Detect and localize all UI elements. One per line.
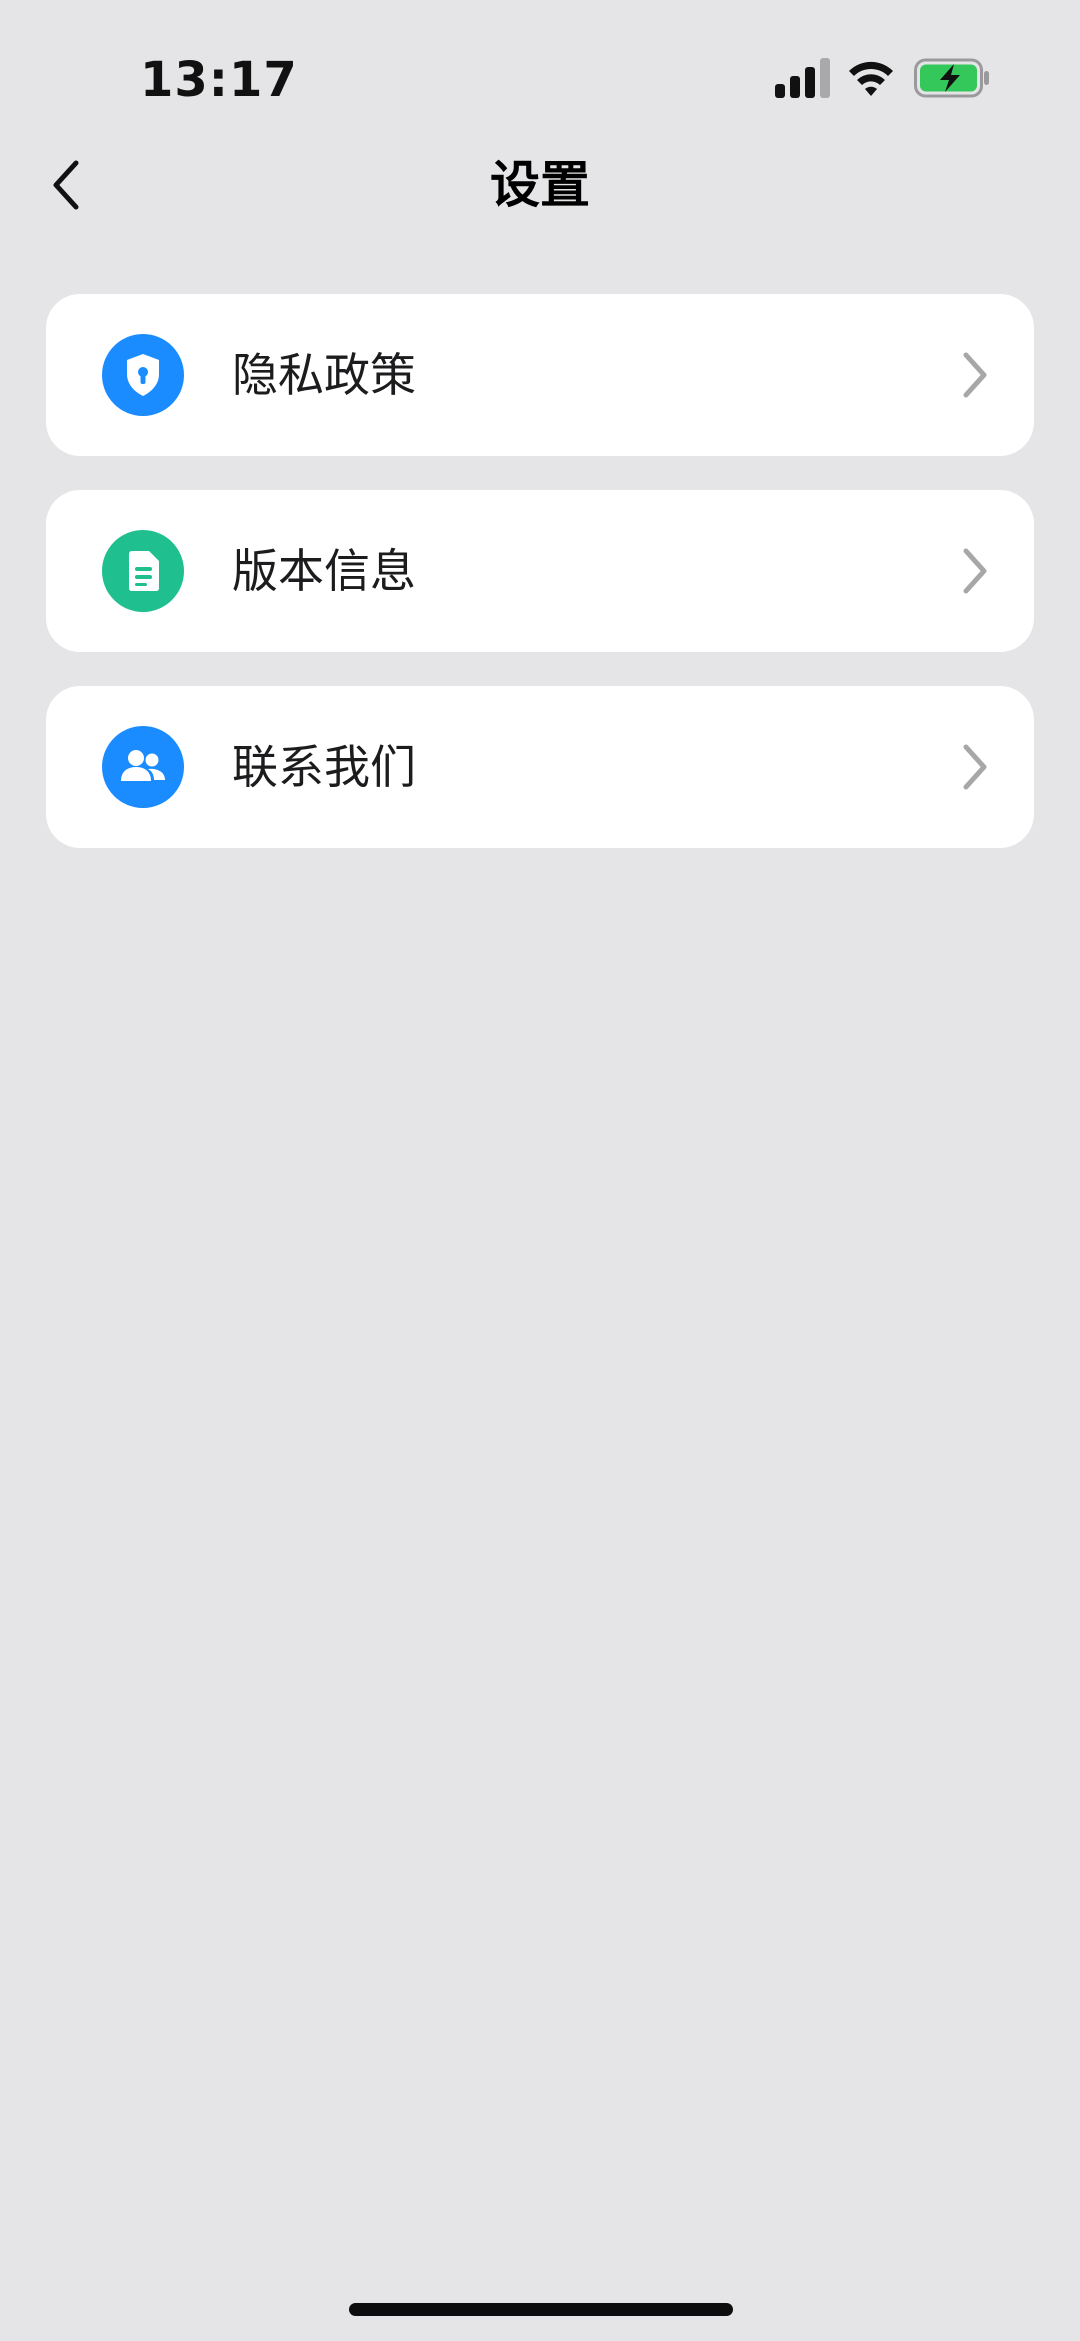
shield-lock-icon (102, 334, 184, 416)
back-button[interactable] (30, 150, 100, 220)
page-title: 设置 (490, 156, 590, 214)
wifi-icon (849, 61, 893, 96)
settings-item-version-info[interactable]: 版本信息 (46, 490, 1034, 652)
status-time: 13:17 (140, 52, 298, 108)
settings-item-label: 联系我们 (232, 740, 416, 794)
settings-item-label: 版本信息 (232, 544, 416, 598)
people-icon (102, 726, 184, 808)
status-bar: 13:17 (0, 0, 1080, 150)
signal-bars-icon (775, 58, 830, 98)
settings-item-contact-us[interactable]: 联系我们 (46, 686, 1034, 848)
chevron-right-icon (963, 548, 987, 594)
chevron-right-icon (963, 352, 987, 398)
settings-list: 隐私政策 版本信息 联系我们 (46, 294, 1034, 882)
document-icon (102, 530, 184, 612)
home-indicator[interactable] (349, 2303, 733, 2316)
chevron-right-icon (963, 744, 987, 790)
battery-charging-icon (914, 58, 989, 98)
chevron-left-icon (53, 160, 79, 210)
settings-item-privacy-policy[interactable]: 隐私政策 (46, 294, 1034, 456)
settings-item-label: 隐私政策 (232, 348, 416, 402)
settings-screen: 13:17 设置 隐私政策 版本信息 联系我们 (0, 0, 1080, 2341)
navigation-bar: 设置 (0, 140, 1080, 230)
